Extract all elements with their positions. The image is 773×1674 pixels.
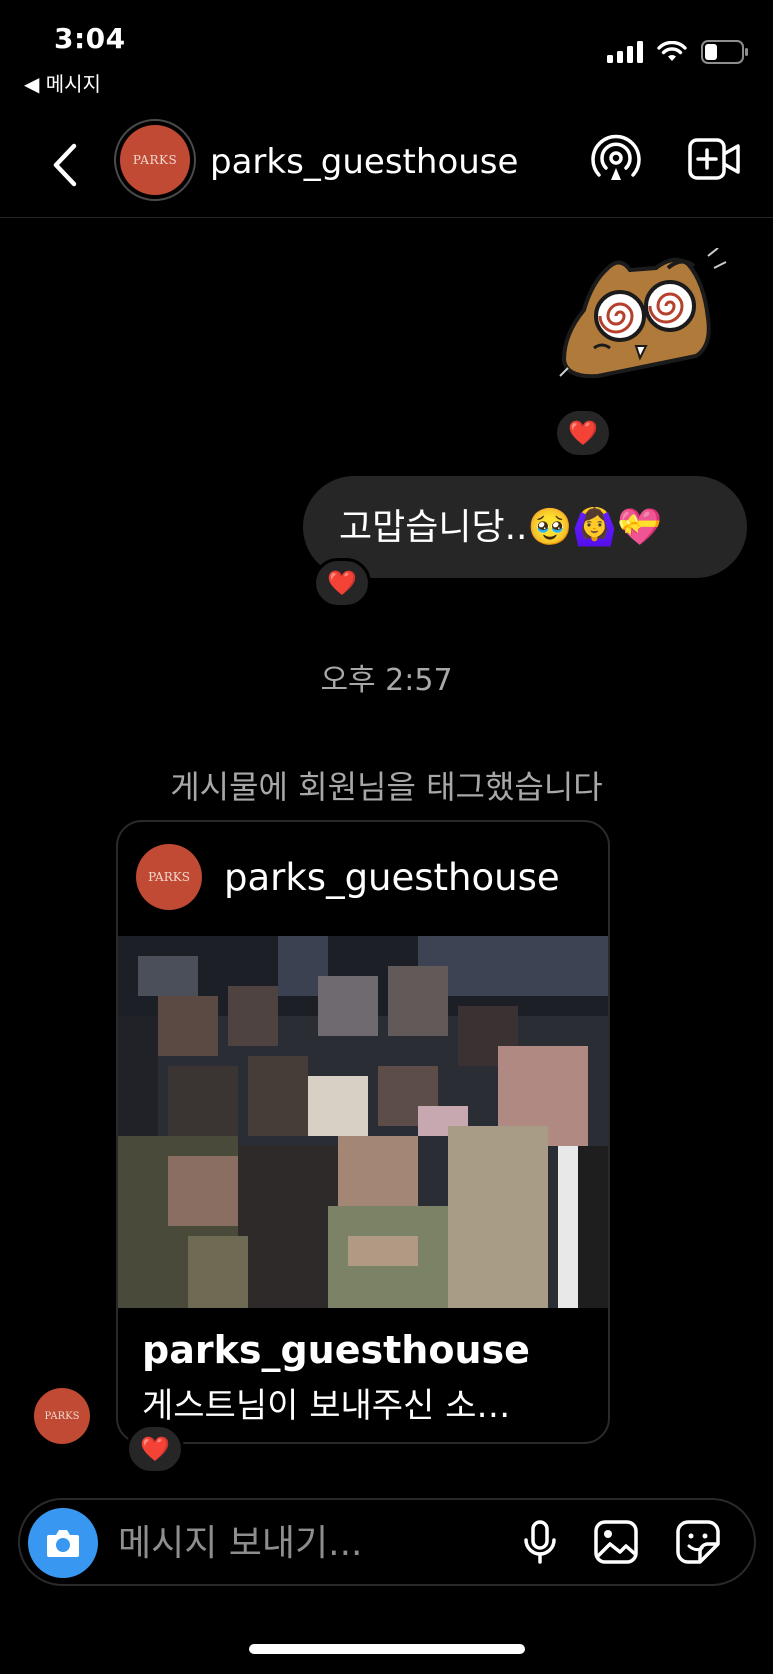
message-input[interactable] — [116, 1514, 470, 1572]
message-timestamp: 오후 2:57 — [320, 663, 453, 698]
sticker-heart-reaction[interactable]: ❤️ — [554, 408, 612, 458]
camera-icon — [47, 1530, 79, 1557]
post-heart-reaction[interactable]: ❤️ — [126, 1424, 184, 1474]
sticker-icon[interactable] — [674, 1518, 722, 1566]
avatar-logo: PARKS — [120, 125, 190, 195]
shared-post-card[interactable]: PARKS parks_guesthouse parks_guesthouse … — [116, 820, 610, 1444]
gallery-icon[interactable] — [592, 1518, 640, 1566]
video-call-icon[interactable] — [686, 132, 742, 188]
home-indicator[interactable] — [249, 1644, 525, 1654]
dizzy-hamster-sticker[interactable] — [558, 248, 728, 388]
tag-notification-text: 게시물에 회원님을 태그했습니다 — [170, 768, 603, 806]
sender-avatar[interactable]: PARKS — [34, 1388, 90, 1444]
header-divider — [0, 217, 773, 218]
heart-reaction-emoji: ❤️ — [327, 569, 357, 597]
wifi-icon — [657, 41, 687, 61]
post-photo-pixelated — [118, 936, 608, 1308]
chat-username[interactable]: parks_guesthouse — [210, 142, 518, 182]
post-caption-text: 게스트님이 보내주신 소… — [142, 1386, 511, 1426]
heart-reaction-emoji: ❤️ — [140, 1435, 170, 1463]
outgoing-message-text: 고맙습니당..🥹🙆‍♀️💝 — [339, 507, 662, 548]
heart-reaction-emoji: ❤️ — [568, 419, 598, 447]
signal-icon — [607, 41, 643, 63]
back-chevron-icon[interactable] — [46, 140, 86, 190]
status-indicators — [607, 40, 749, 64]
microphone-icon[interactable] — [516, 1518, 564, 1566]
header-avatar[interactable]: PARKS — [114, 119, 196, 201]
message-heart-reaction[interactable]: ❤️ — [313, 558, 371, 608]
post-author-avatar: PARKS — [136, 844, 202, 910]
message-composer — [18, 1498, 756, 1586]
status-time: 3:04 — [54, 22, 126, 55]
battery-icon — [701, 40, 748, 64]
post-author-username: parks_guesthouse — [224, 856, 560, 899]
back-to-app-link[interactable]: ◀ 메시지 — [24, 68, 101, 97]
camera-button[interactable] — [28, 1508, 98, 1578]
chat-header: PARKS parks_guesthouse — [0, 110, 773, 218]
outgoing-message-bubble[interactable]: 고맙습니당..🥹🙆‍♀️💝 — [303, 476, 747, 578]
post-caption-username: parks_guesthouse — [142, 1328, 530, 1372]
broadcast-icon[interactable] — [588, 132, 644, 188]
